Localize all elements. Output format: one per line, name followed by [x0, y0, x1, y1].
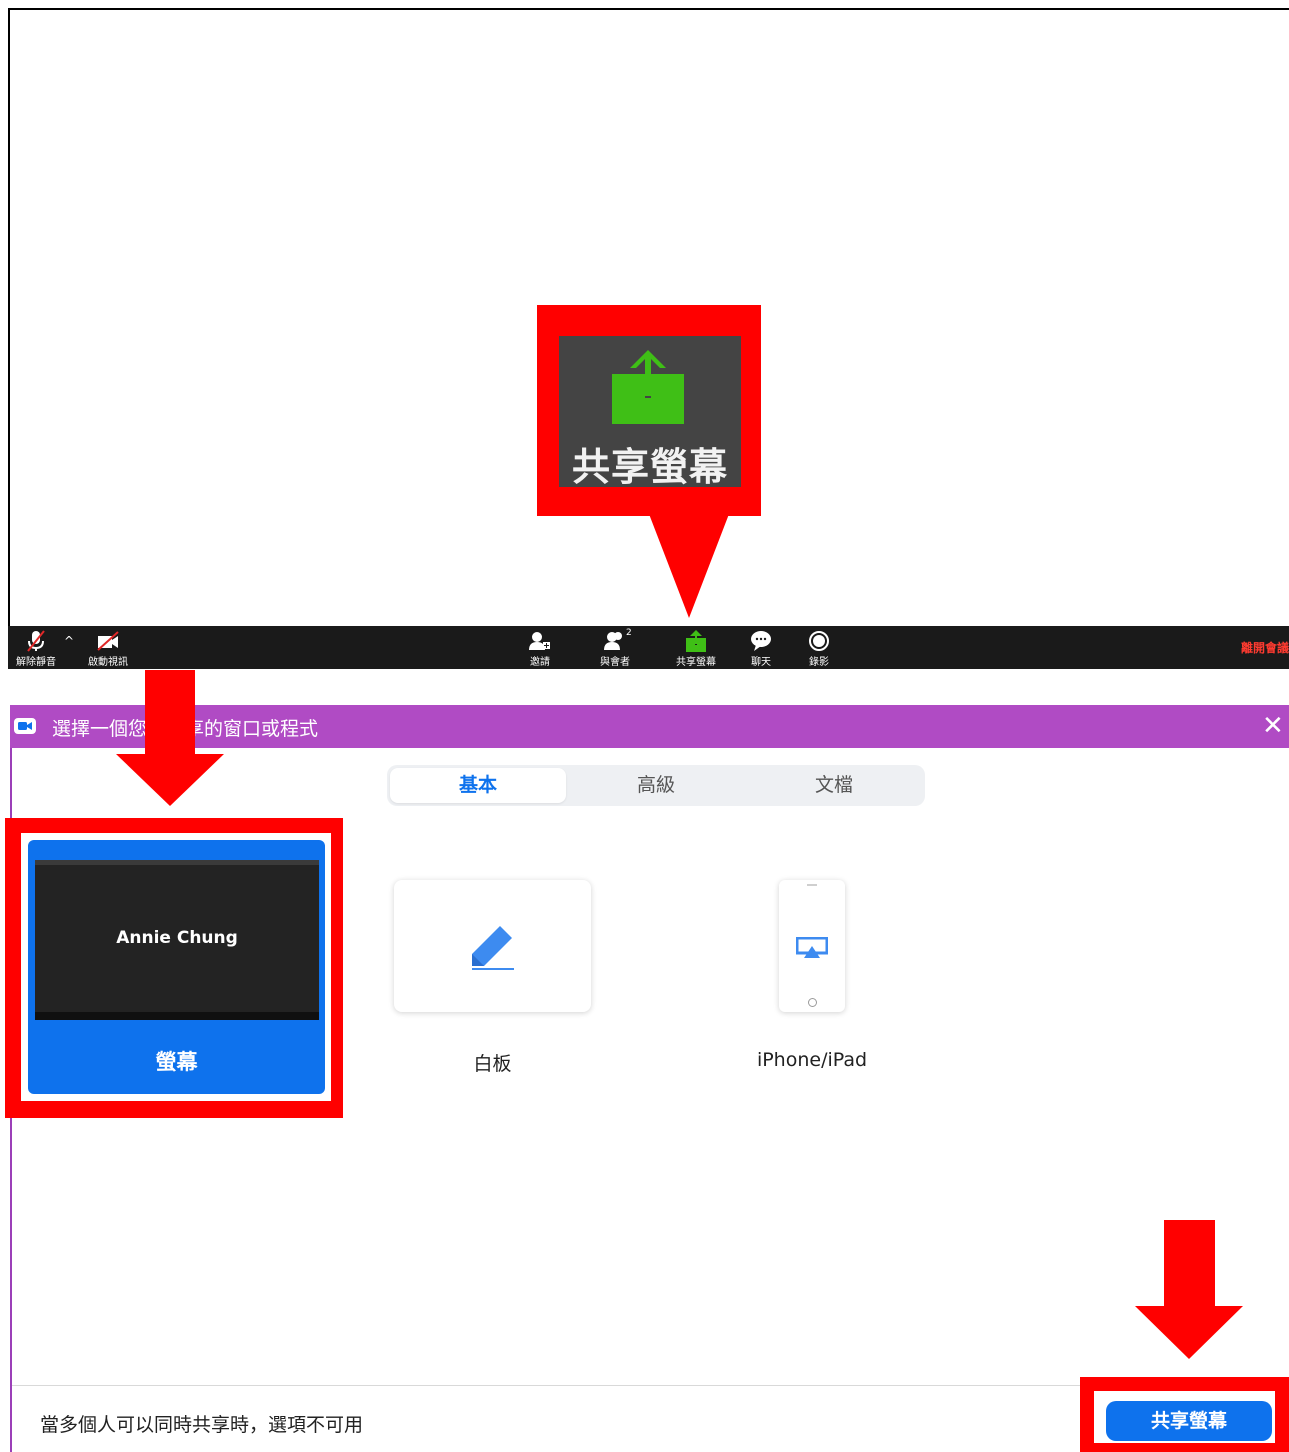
record-icon [809, 631, 829, 651]
audio-options-chevron[interactable]: ^ [62, 626, 76, 669]
thumbnail-titlebar [35, 860, 319, 865]
phone-speaker [807, 884, 817, 886]
airplay-icon [796, 937, 828, 958]
screen-option-label: 螢幕 [155, 1050, 198, 1074]
record-button[interactable]: 錄影 [804, 626, 834, 669]
thumbnail-participant-name: Annie Chung [116, 928, 238, 948]
iphone-ipad-option-card[interactable] [779, 880, 845, 1012]
video-off-icon [97, 631, 119, 651]
tab-bar: 基本 高級 文檔 [387, 765, 925, 806]
unmute-button[interactable]: 解除靜音 [10, 626, 62, 669]
arrow-head [1135, 1306, 1243, 1359]
unmute-label: 解除靜音 [16, 657, 56, 668]
chat-icon [751, 631, 771, 651]
share-screen-toolbar-label: 共享螢幕 [676, 657, 716, 668]
invite-button[interactable]: 邀請 [522, 626, 558, 669]
share-screen-toolbar-button[interactable]: 共享螢幕 [670, 626, 722, 669]
participants-button[interactable]: 2 與會者 [594, 626, 636, 669]
arrow-shaft [145, 670, 195, 756]
pencil-icon [472, 926, 514, 970]
leave-meeting-button[interactable]: 離開會議 [1241, 639, 1289, 656]
callout-pointer [649, 514, 729, 618]
participants-count: 2 [626, 628, 632, 638]
muted-microphone-icon [27, 630, 45, 652]
callout-share-label: 共享螢幕 [571, 445, 728, 489]
share-screen-button[interactable]: 共享螢幕 [1106, 1401, 1272, 1441]
start-video-button[interactable]: 啟動視訊 [82, 626, 134, 669]
whiteboard-option-card[interactable] [394, 880, 591, 1012]
footer-note: 當多個人可以同時共享時，選項不可用 [40, 1414, 364, 1436]
iphone-ipad-option-label: iPhone/iPad [756, 1049, 868, 1071]
invite-label: 邀請 [530, 657, 550, 668]
camera-icon [18, 722, 32, 730]
close-icon[interactable]: ✕ [1262, 712, 1284, 740]
start-video-label: 啟動視訊 [88, 657, 128, 668]
chat-label: 聊天 [751, 657, 771, 668]
participants-icon [604, 632, 622, 650]
arrow-head [116, 754, 224, 806]
arrow-shaft [1164, 1220, 1215, 1308]
thumbnail-toolbar [35, 1012, 319, 1020]
zoom-logo-icon [14, 718, 36, 734]
tab-files[interactable]: 文檔 [746, 768, 922, 803]
tab-advanced[interactable]: 高級 [568, 768, 744, 803]
chevron-up-icon: ^ [63, 634, 75, 648]
whiteboard-option-label: 白板 [473, 1053, 512, 1075]
chat-button[interactable]: 聊天 [746, 626, 776, 669]
record-label: 錄影 [809, 657, 829, 668]
participants-label: 與會者 [600, 657, 630, 668]
tab-basic[interactable]: 基本 [390, 768, 566, 803]
meeting-toolbar: 解除靜音 ^ 啟動視訊 邀請 2 與會者 共享螢幕 聊天 錄影 離開會議 [8, 626, 1289, 669]
phone-home-button [808, 998, 817, 1007]
invite-icon [529, 632, 550, 650]
share-screen-small-icon [686, 630, 706, 652]
share-screen-icon [612, 350, 684, 424]
